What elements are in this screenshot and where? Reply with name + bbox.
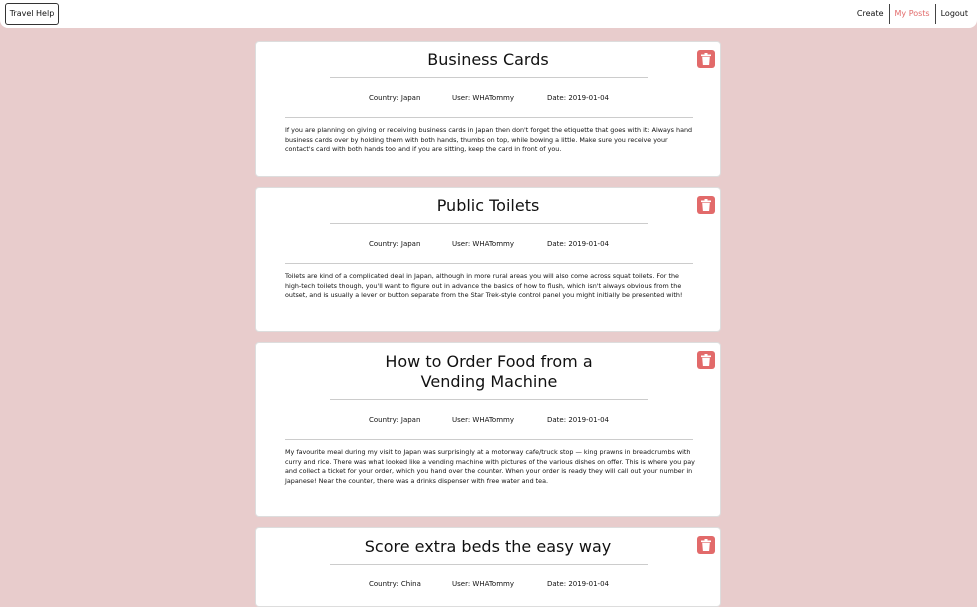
post-title: Public Toilets	[436, 196, 540, 215]
trash-icon	[701, 199, 711, 211]
trash-icon	[701, 539, 711, 551]
post-date: Date: 2019-01-04	[547, 580, 609, 588]
delete-button[interactable]	[697, 536, 715, 554]
post-body: If you are planning on giving or receivi…	[285, 126, 693, 154]
nav-link-create[interactable]: Create	[852, 4, 889, 24]
title-divider	[330, 564, 648, 565]
post-meta: Country: Japan User: WHATommy Date: 2019…	[256, 92, 720, 104]
body-divider	[285, 117, 693, 118]
post-body: Toilets are kind of a complicated deal i…	[285, 272, 683, 300]
trash-icon	[701, 53, 711, 65]
post-user: User: WHATommy	[452, 580, 514, 588]
delete-button[interactable]	[697, 351, 715, 369]
post-country: Country: Japan	[369, 240, 421, 248]
title-divider	[330, 77, 648, 78]
body-divider	[285, 439, 693, 440]
post-date: Date: 2019-01-04	[547, 240, 609, 248]
title-divider	[330, 399, 648, 400]
post-title: How to Order Food from a Vending Machine	[385, 352, 593, 391]
delete-button[interactable]	[697, 196, 715, 214]
post-title: Score extra beds the easy way	[364, 537, 612, 556]
post-date: Date: 2019-01-04	[547, 94, 609, 102]
nav-link-logout[interactable]: Logout	[936, 4, 973, 24]
trash-icon	[701, 354, 711, 366]
post-meta: Country: Japan User: WHATommy Date: 2019…	[256, 414, 720, 426]
post-title: Business Cards	[427, 50, 549, 69]
post-card: Public Toilets Country: Japan User: WHAT…	[255, 187, 721, 332]
nav-links: Create My Posts Logout	[852, 4, 973, 24]
post-date: Date: 2019-01-04	[547, 416, 609, 424]
post-country: Country: Japan	[369, 94, 421, 102]
brand-button[interactable]: Travel Help	[5, 3, 59, 25]
post-user: User: WHATommy	[452, 94, 514, 102]
post-card: Score extra beds the easy way Country: C…	[255, 527, 721, 607]
post-card: Business Cards Country: Japan User: WHAT…	[255, 41, 721, 177]
post-meta: Country: China User: WHATommy Date: 2019…	[256, 578, 720, 590]
post-country: Country: China	[369, 580, 421, 588]
post-card: How to Order Food from a Vending Machine…	[255, 342, 721, 517]
post-country: Country: Japan	[369, 416, 421, 424]
navbar: Travel Help Create My Posts Logout	[0, 0, 977, 28]
body-divider	[285, 263, 693, 264]
delete-button[interactable]	[697, 50, 715, 68]
nav-link-my-posts[interactable]: My Posts	[890, 4, 935, 24]
post-user: User: WHATommy	[452, 240, 514, 248]
post-meta: Country: Japan User: WHATommy Date: 2019…	[256, 238, 720, 250]
title-divider	[330, 223, 648, 224]
post-body: My favourite meal during my visit to Jap…	[285, 448, 695, 486]
post-user: User: WHATommy	[452, 416, 514, 424]
